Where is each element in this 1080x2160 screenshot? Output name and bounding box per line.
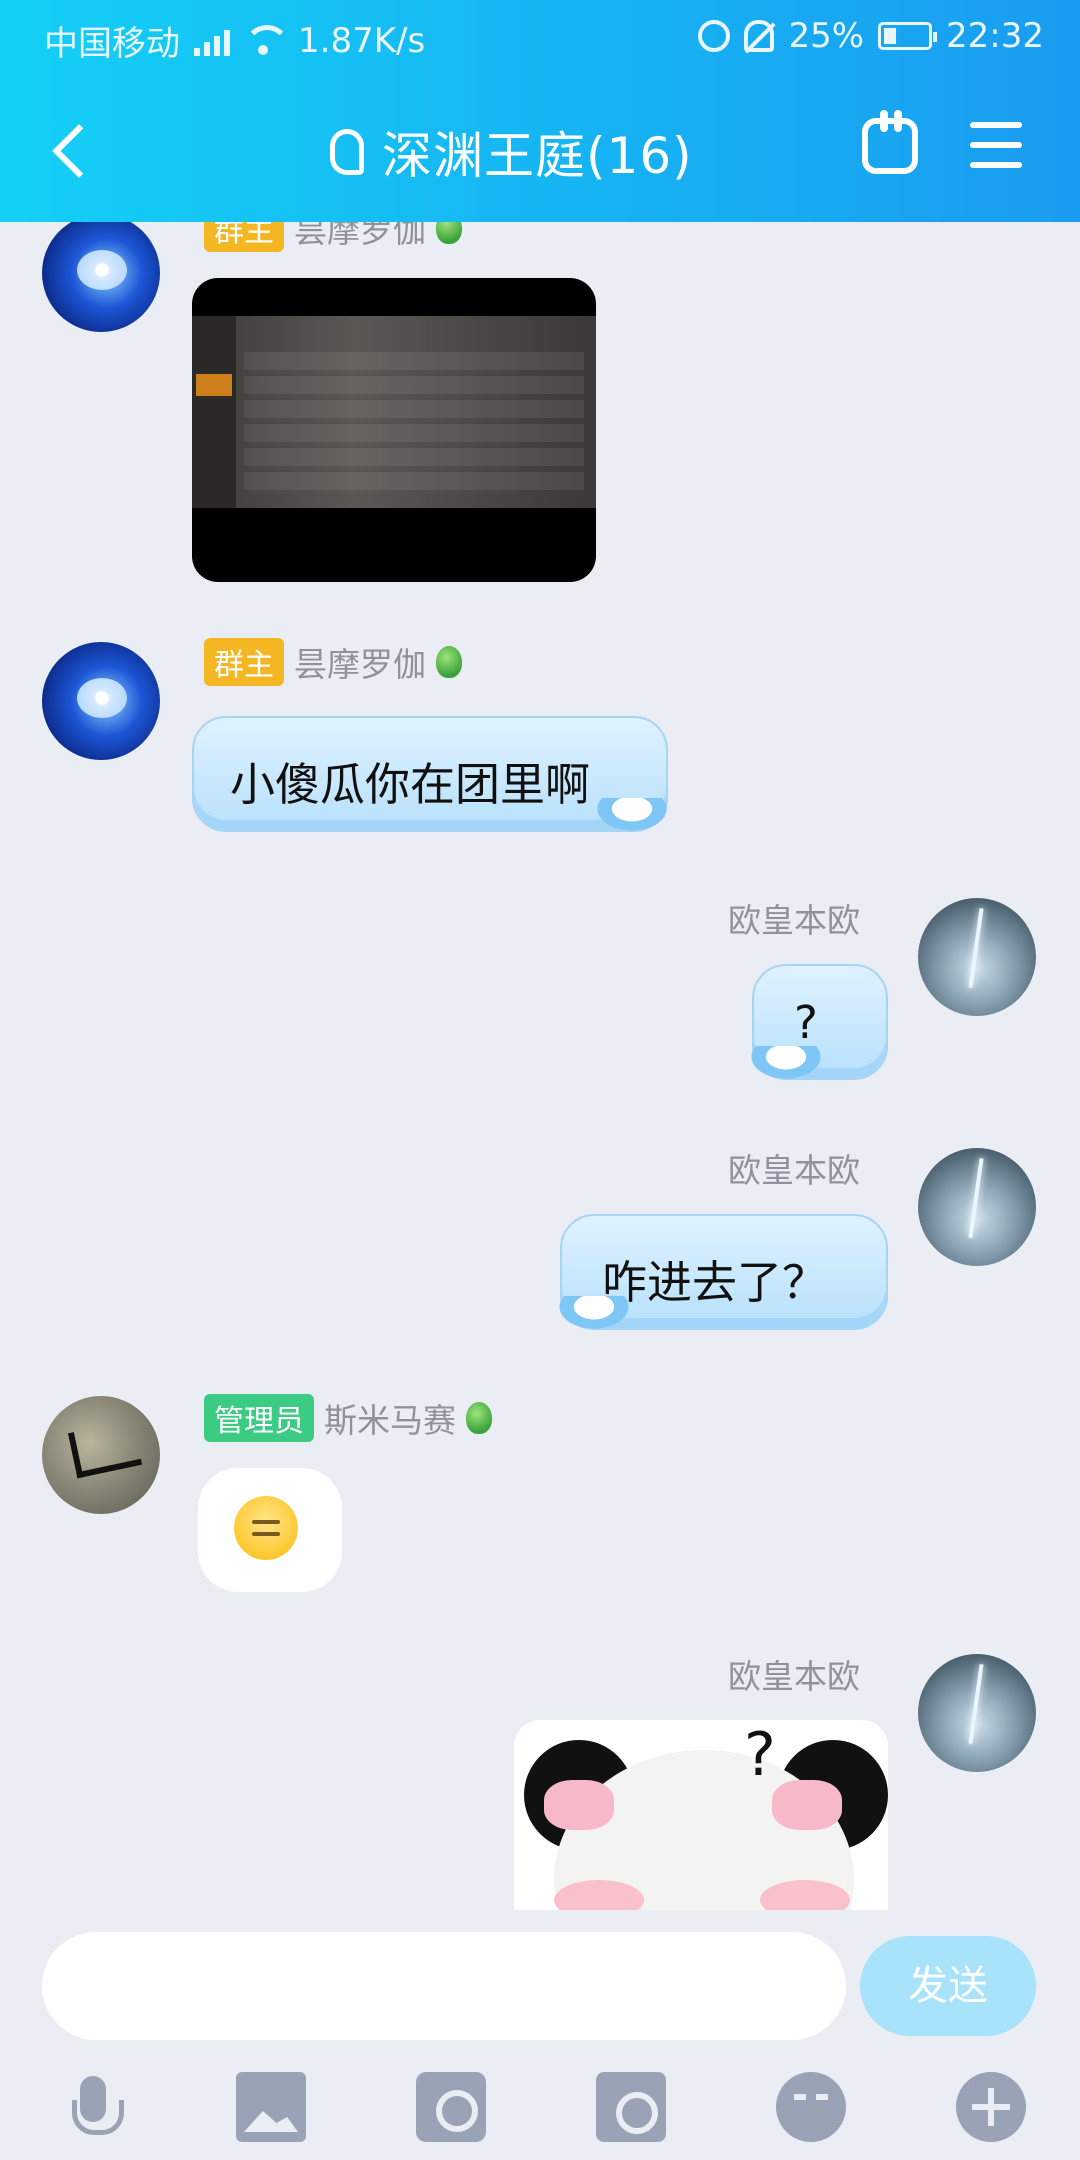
sender-name[interactable]: 斯米马赛 — [324, 1394, 456, 1442]
message-bubble[interactable]: ? — [746, 964, 888, 1082]
sender-name[interactable]: 欧皇本欧 — [728, 894, 860, 942]
network-speed: 1.87K/s — [298, 20, 426, 61]
panda-bow — [772, 1780, 842, 1830]
alarm-icon — [698, 20, 731, 52]
avatar[interactable] — [42, 1396, 160, 1514]
battery-icon — [878, 22, 938, 50]
avatar[interactable] — [918, 1654, 1036, 1772]
owner-badge: 群主 — [204, 222, 284, 252]
sender-line: 群主 昙摩罗伽 — [204, 638, 462, 686]
message-text: 咋进去了？ — [602, 1256, 828, 1309]
emoji-face-icon — [234, 1496, 298, 1560]
status-bar: 中国移动 1.87K/s 25% 22:32 — [0, 0, 1080, 74]
input-bar: 发送 — [0, 1910, 1080, 2160]
emoji-message[interactable] — [198, 1468, 342, 1592]
sender-name[interactable]: 昙摩罗伽 — [294, 638, 426, 686]
emoji-icon[interactable] — [776, 2072, 846, 2142]
avatar[interactable] — [918, 1148, 1036, 1266]
clock: 22:32 — [946, 16, 1044, 56]
app-header: 中国移动 1.87K/s 25% 22:32 深渊王庭(16) — [0, 0, 1080, 222]
menu-icon[interactable] — [970, 122, 1022, 168]
leaf-icon — [436, 646, 462, 678]
mic-icon[interactable] — [58, 2072, 128, 2142]
message-bubble[interactable]: 小傻瓜你在团里啊 — [192, 716, 672, 834]
plus-icon[interactable] — [956, 2072, 1026, 2142]
question-mark-icon: ? — [744, 1720, 776, 1790]
mute-icon — [744, 20, 775, 52]
title-area[interactable]: 深渊王庭(16) — [330, 116, 693, 188]
chat-list[interactable]: 群主 昙摩罗伽 群主 昙摩罗伽 小傻瓜你在团里啊 欧皇本欧 ? 欧皇本欧 咋进去… — [0, 222, 1080, 1910]
avatar[interactable] — [42, 642, 160, 760]
signal-icon — [194, 26, 230, 56]
wave-decoration — [592, 798, 672, 834]
page-title: 深渊王庭(16) — [382, 127, 693, 185]
sender-name[interactable]: 欧皇本欧 — [728, 1144, 860, 1192]
nav-bar: 深渊王庭(16) — [0, 90, 1080, 210]
game-screenshot — [192, 316, 596, 508]
image-icon[interactable] — [236, 2072, 306, 2142]
battery-percent: 25% — [788, 16, 865, 56]
hand-icon[interactable] — [862, 110, 918, 174]
owner-badge: 群主 — [204, 638, 284, 686]
leaf-icon — [466, 1402, 492, 1434]
camera-icon[interactable] — [416, 2072, 486, 2142]
wave-decoration — [746, 1046, 826, 1082]
sender-line: 管理员 斯米马赛 — [204, 1394, 492, 1442]
sender-name[interactable]: 欧皇本欧 — [728, 1650, 860, 1698]
leaf-icon — [436, 222, 462, 244]
ear-icon — [330, 129, 364, 175]
panda-bow — [544, 1780, 614, 1830]
red-packet-icon[interactable] — [596, 2072, 666, 2142]
sender-name[interactable]: 昙摩罗伽 — [294, 222, 426, 252]
avatar[interactable] — [42, 222, 160, 332]
sticker-message[interactable]: ? — [514, 1720, 888, 1910]
message-bubble[interactable]: 咋进去了？ — [554, 1214, 888, 1332]
message-text: 小傻瓜你在团里啊 — [230, 758, 591, 811]
admin-badge: 管理员 — [204, 1394, 314, 1442]
sender-line: 欧皇本欧 — [728, 894, 860, 942]
back-icon[interactable] — [48, 120, 94, 180]
sender-line: 群主 昙摩罗伽 — [204, 222, 462, 252]
sender-line: 欧皇本欧 — [728, 1650, 860, 1698]
wave-decoration — [554, 1296, 634, 1332]
image-message[interactable] — [192, 278, 596, 582]
message-input[interactable] — [42, 1932, 846, 2040]
avatar[interactable] — [918, 898, 1036, 1016]
wifi-icon — [244, 25, 284, 57]
sender-line: 欧皇本欧 — [728, 1144, 860, 1192]
message-text: ? — [794, 996, 818, 1049]
send-button[interactable]: 发送 — [860, 1936, 1036, 2036]
carrier-name: 中国移动 — [44, 24, 180, 64]
